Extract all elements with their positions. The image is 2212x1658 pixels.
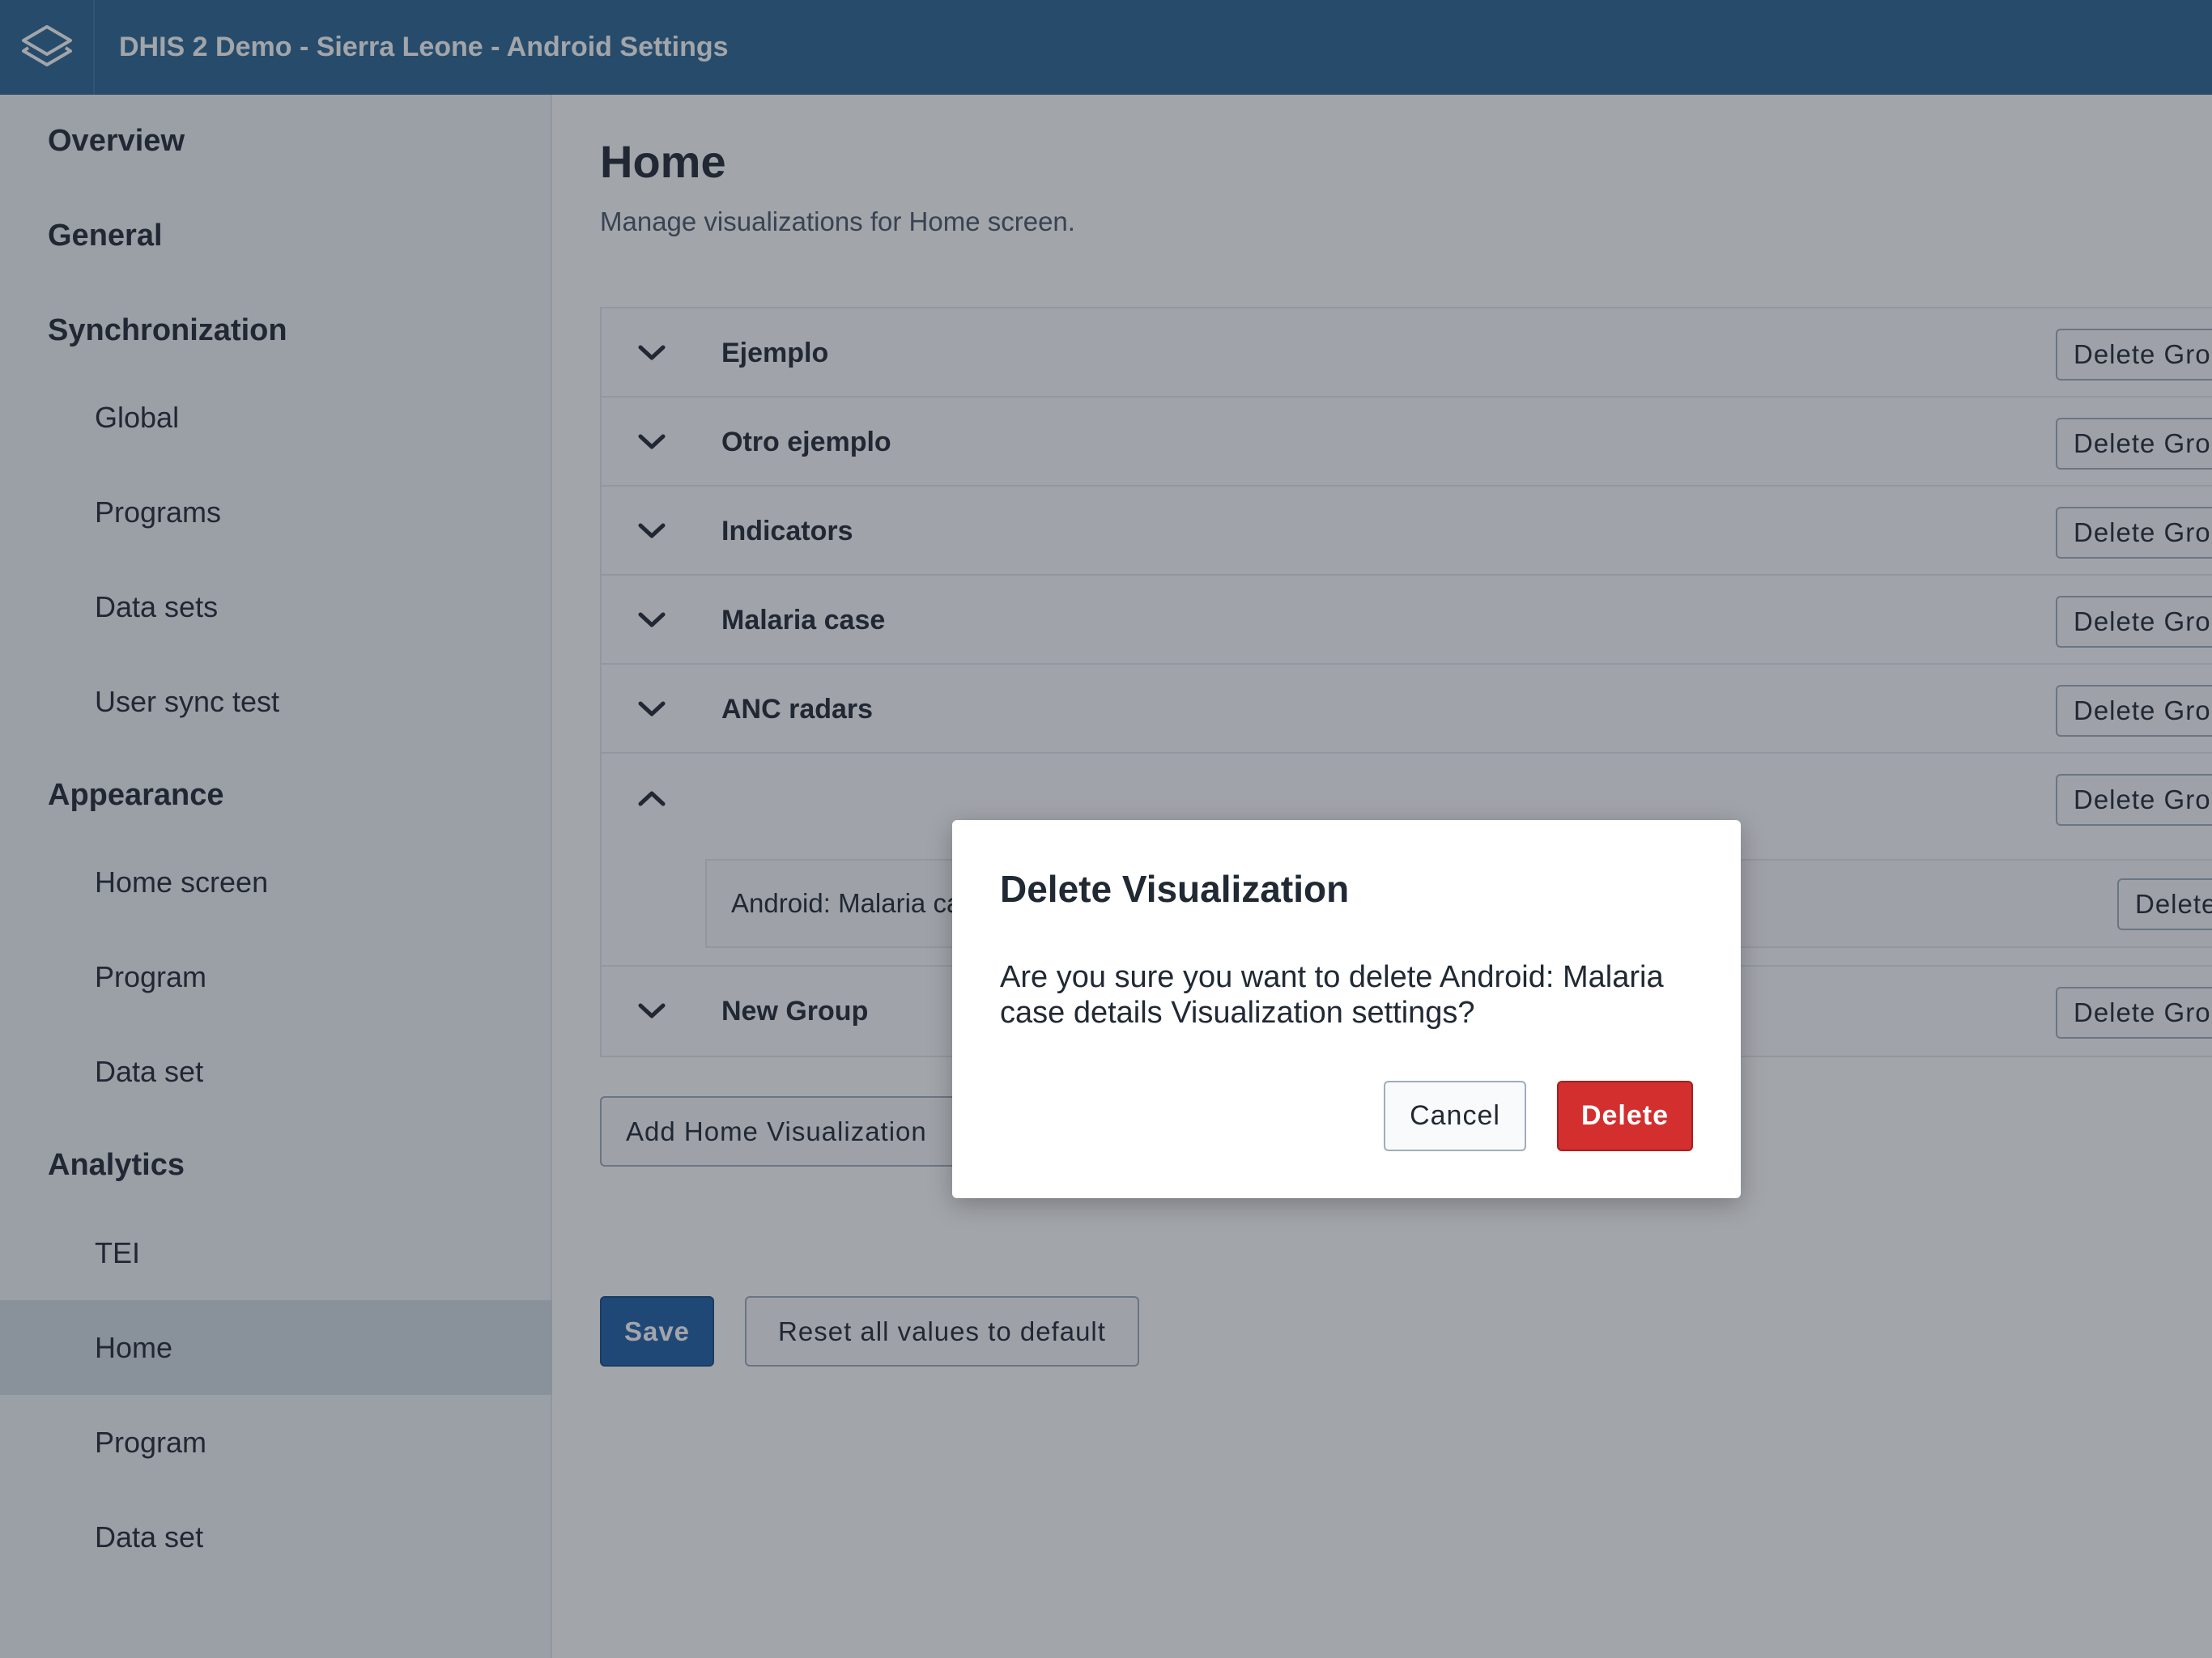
dialog-title: Delete Visualization <box>1000 868 1350 910</box>
cancel-button[interactable]: Cancel <box>1384 1081 1526 1151</box>
delete-visualization-dialog: Delete Visualization Are you sure you wa… <box>952 820 1741 1198</box>
confirm-delete-button[interactable]: Delete <box>1557 1081 1693 1151</box>
dialog-message: Are you sure you want to delete Android:… <box>1000 960 1664 1030</box>
